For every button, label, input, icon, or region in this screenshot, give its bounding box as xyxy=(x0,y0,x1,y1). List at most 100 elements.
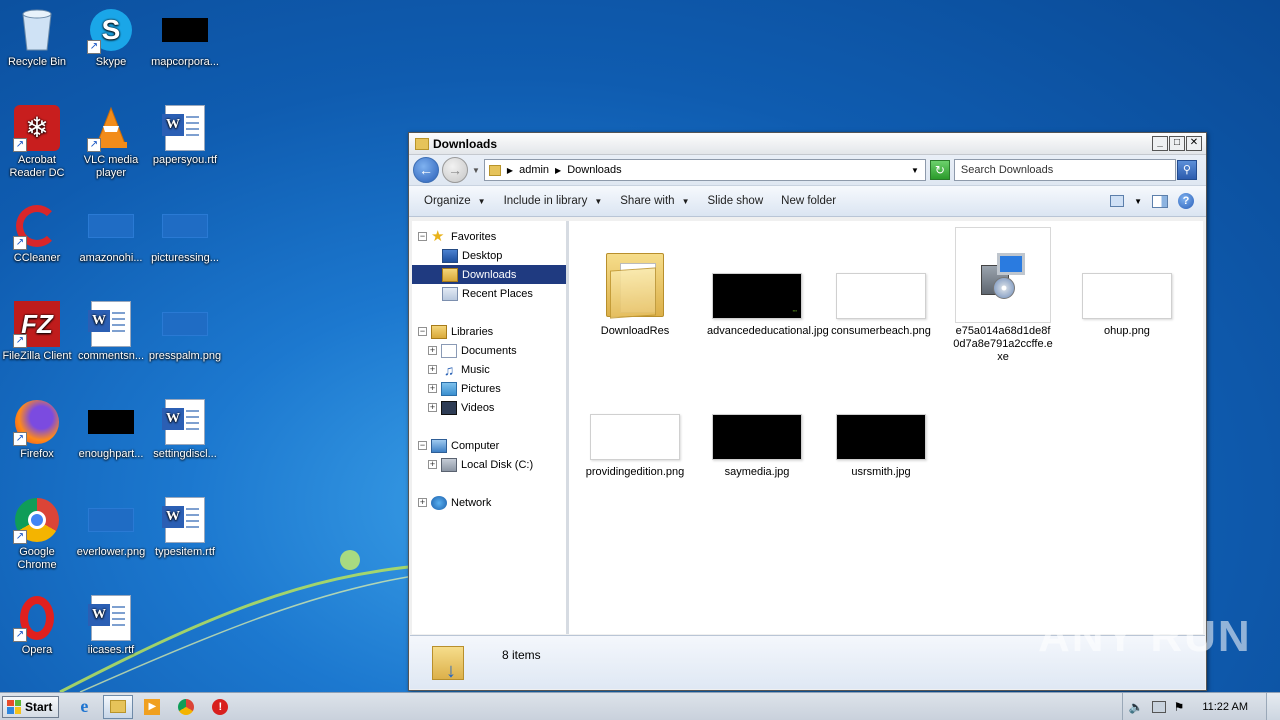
desktop-icon-firefox[interactable]: ↗ Firefox xyxy=(0,398,74,461)
expand-icon[interactable]: + xyxy=(428,403,437,412)
nav-favorites[interactable]: − ★ Favorites xyxy=(412,227,566,246)
include-in-library-button[interactable]: Include in library ▼ xyxy=(495,195,612,207)
start-button[interactable]: Start xyxy=(2,695,60,718)
nav-network[interactable]: + Network xyxy=(412,493,566,512)
organize-button[interactable]: Organize ▼ xyxy=(415,195,495,207)
taskbar-internet-explorer[interactable]: e xyxy=(69,695,99,719)
image-file-icon xyxy=(161,6,209,54)
new-folder-button[interactable]: New folder xyxy=(772,195,845,207)
nav-music[interactable]: + ♫ Music xyxy=(412,360,566,379)
search-icon[interactable]: ⚲ xyxy=(1176,160,1197,180)
desktop-icon xyxy=(442,248,458,263)
desktop-icon-iicases[interactable]: W iicases.rtf xyxy=(74,594,148,657)
expand-icon[interactable]: + xyxy=(428,365,437,374)
image-thumbnail: ▪▪▪ xyxy=(712,273,802,319)
slide-show-button[interactable]: Slide show xyxy=(699,195,773,207)
desktop-icon-label: Firefox xyxy=(20,448,54,460)
taskbar-opera[interactable]: ! xyxy=(205,695,235,719)
close-button[interactable]: ✕ xyxy=(1186,136,1202,151)
desktop-icon-everlower[interactable]: everlower.png xyxy=(74,496,148,559)
shortcut-arrow-icon: ↗ xyxy=(13,236,27,250)
show-desktop-button[interactable] xyxy=(1266,693,1280,720)
image-file-icon xyxy=(161,202,209,250)
desktop-icon-presspalm[interactable]: presspalm.png xyxy=(148,300,222,363)
nav-local-disk[interactable]: + Local Disk (C:) xyxy=(412,455,566,474)
share-with-button[interactable]: Share with ▼ xyxy=(611,195,698,207)
search-input[interactable]: Search Downloads xyxy=(953,159,1176,181)
change-view-icon[interactable] xyxy=(1110,195,1125,207)
nav-desktop[interactable]: Desktop xyxy=(412,246,566,265)
nav-videos[interactable]: + Videos xyxy=(412,398,566,417)
chevron-right-icon[interactable]: ▶ xyxy=(507,166,513,175)
minimize-button[interactable]: _ xyxy=(1152,136,1168,151)
desktop-icon-opera[interactable]: ↗ Opera xyxy=(0,594,74,657)
desktop-icon-picturessing[interactable]: picturessing... xyxy=(148,202,222,265)
chevron-right-icon[interactable]: ▶ xyxy=(555,166,561,175)
collapse-icon[interactable]: − xyxy=(418,441,427,450)
collapse-icon[interactable]: − xyxy=(418,232,427,241)
maximize-button[interactable]: □ xyxy=(1169,136,1185,151)
taskbar-explorer[interactable] xyxy=(103,694,134,719)
desktop-icon-filezilla[interactable]: FZ ↗ FileZilla Client xyxy=(0,300,74,363)
forward-button[interactable]: → xyxy=(442,157,468,183)
breadcrumb-admin[interactable]: admin xyxy=(519,164,549,176)
nav-downloads[interactable]: Downloads xyxy=(412,265,566,284)
file-item[interactable]: ▪▪▪ advancededucational.jpg xyxy=(707,225,829,338)
file-item[interactable]: consumerbeach.png xyxy=(831,225,931,338)
explorer-window[interactable]: Downloads _ □ ✕ ← → ▼ ▶ admin ▶ Download… xyxy=(408,132,1207,691)
desktop-icon-skype[interactable]: S ↗ Skype xyxy=(74,6,148,69)
file-item[interactable]: saymedia.jpg xyxy=(707,366,807,479)
shortcut-arrow-icon: ↗ xyxy=(87,40,101,54)
recent-pages-dropdown-icon[interactable]: ▼ xyxy=(472,166,480,175)
desktop-icon-mapcorpora[interactable]: mapcorpora... xyxy=(148,6,222,69)
installer-icon xyxy=(955,227,1051,323)
desktop-icon-vlc[interactable]: ↗ VLC media player xyxy=(74,104,148,180)
clock[interactable]: 11:22 AM xyxy=(1202,701,1248,713)
refresh-button[interactable]: ↻ xyxy=(929,160,950,180)
breadcrumb-downloads[interactable]: Downloads xyxy=(567,164,621,176)
expand-icon[interactable]: + xyxy=(428,384,437,393)
desktop-icon-chrome[interactable]: ↗ Google Chrome xyxy=(0,496,74,572)
desktop-icon-amazonohi[interactable]: amazonohi... xyxy=(74,202,148,265)
nav-computer[interactable]: − Computer xyxy=(412,436,566,455)
taskbar-media-player[interactable]: ▶ xyxy=(137,695,167,719)
network-status-icon[interactable] xyxy=(1151,700,1166,713)
desktop-icon-commentsn[interactable]: W commentsn... xyxy=(74,300,148,363)
preview-pane-icon[interactable] xyxy=(1152,194,1168,208)
action-center-flag-icon[interactable]: ⚑ xyxy=(1174,700,1185,714)
file-item[interactable]: providingedition.png xyxy=(585,366,685,479)
videos-icon xyxy=(441,400,457,415)
desktop-icon-ccleaner[interactable]: ↗ CCleaner xyxy=(0,202,74,265)
vlc-icon: ↗ xyxy=(87,104,135,152)
nav-recent-places[interactable]: Recent Places xyxy=(412,284,566,303)
nav-documents[interactable]: + Documents xyxy=(412,341,566,360)
file-item[interactable]: ohup.png xyxy=(1077,225,1177,338)
help-icon[interactable]: ? xyxy=(1178,193,1194,209)
image-thumbnail xyxy=(590,414,680,460)
file-item[interactable]: usrsmith.jpg xyxy=(831,366,931,479)
address-dropdown-icon[interactable]: ▼ xyxy=(911,166,925,175)
file-item[interactable]: DownloadRes xyxy=(585,225,685,338)
volume-icon[interactable]: 🔈 xyxy=(1129,700,1144,714)
image-file-icon xyxy=(87,202,135,250)
collapse-icon[interactable]: − xyxy=(418,327,427,336)
view-options-dropdown-icon[interactable]: ▼ xyxy=(1134,197,1142,206)
desktop-icon-acrobat[interactable]: ❄ ↗ Acrobat Reader DC xyxy=(0,104,74,180)
expand-icon[interactable]: + xyxy=(428,346,437,355)
desktop-icon-typesitem[interactable]: W typesitem.rtf xyxy=(148,496,222,559)
image-file-icon xyxy=(161,300,209,348)
nav-libraries[interactable]: − Libraries xyxy=(412,322,566,341)
desktop-icon-recycle-bin[interactable]: Recycle Bin xyxy=(0,6,74,69)
desktop-icon-enoughpart[interactable]: enoughpart... xyxy=(74,398,148,461)
expand-icon[interactable]: + xyxy=(428,460,437,469)
taskbar-chrome[interactable] xyxy=(171,695,201,719)
title-bar[interactable]: Downloads _ □ ✕ xyxy=(409,133,1206,155)
back-button[interactable]: ← xyxy=(413,157,439,183)
expand-icon[interactable]: + xyxy=(418,498,427,507)
file-name: e75a014a68d1de8f0d7a8e791a2ccffe.exe xyxy=(953,325,1053,363)
desktop-icon-settingdiscl[interactable]: W settingdiscl... xyxy=(148,398,222,461)
nav-pictures[interactable]: + Pictures xyxy=(412,379,566,398)
address-bar[interactable]: ▶ admin ▶ Downloads ▼ xyxy=(483,159,926,181)
desktop-icon-papersyou[interactable]: W papersyou.rtf xyxy=(148,104,222,167)
file-item[interactable]: e75a014a68d1de8f0d7a8e791a2ccffe.exe xyxy=(953,225,1053,364)
